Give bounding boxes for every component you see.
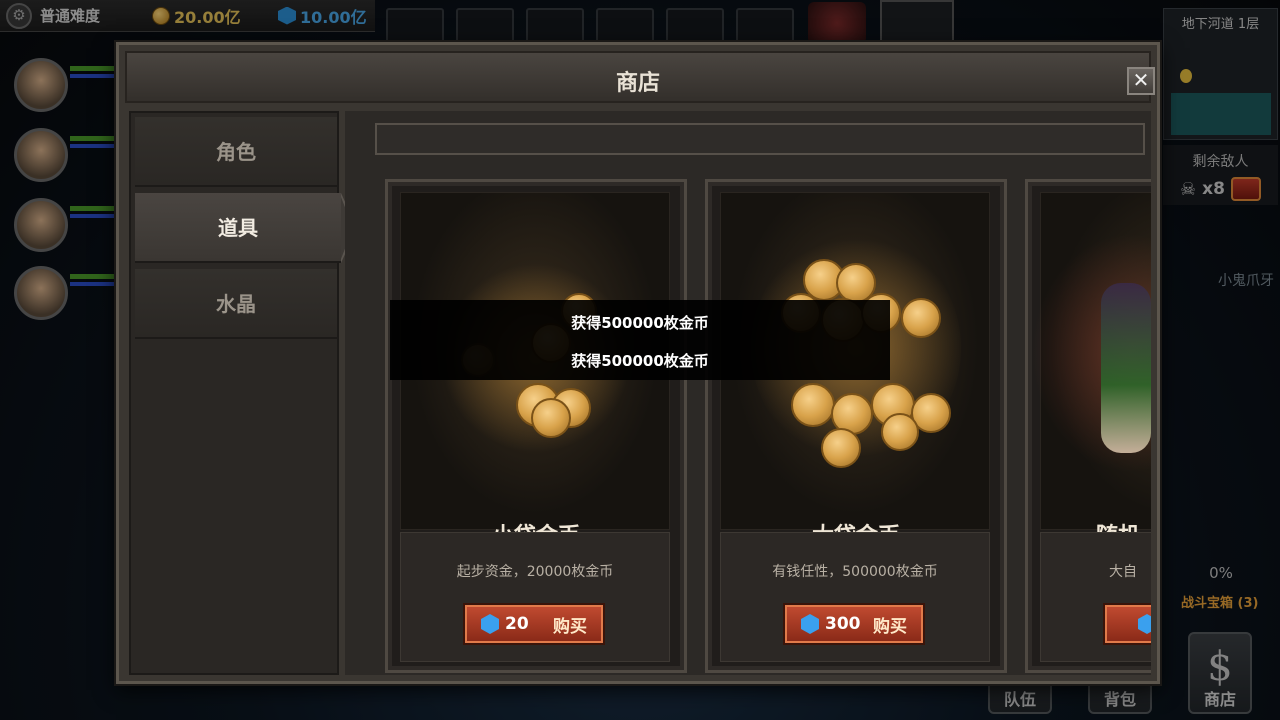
item-description: 起步资金，20000枚金币 [456,564,614,580]
buy-button[interactable]: 300 购买 [785,605,923,643]
item-desc-panel: 有钱任性，500000枚金币 300 购买 [720,532,990,662]
shop-tabs: 角色 道具 水晶 [129,111,357,675]
tab-crystals[interactable]: 水晶 [135,269,337,339]
item-price: 20 [505,614,529,634]
shop-item-card[interactable]: 小袋金币 起步资金，20000枚金币 20 购买 [385,179,687,673]
toast-message: 获得500000枚金币 [571,314,709,332]
tab-label: 角色 [216,140,256,164]
gem-icon [1138,614,1151,634]
shop-item-card[interactable]: 随机 大自 1 [1025,179,1151,673]
shop-header: 商店 ✕ [125,51,1155,103]
shop-item-card[interactable]: 大袋金币 有钱任性，500000枚金币 300 购买 [705,179,1007,673]
tab-label: 水晶 [216,292,256,316]
tab-characters[interactable]: 角色 [135,117,337,187]
purchase-toast: 获得500000枚金币 获得500000枚金币 [390,300,890,380]
close-icon[interactable]: ✕ [1127,67,1155,95]
item-price: 300 [825,614,861,634]
shop-title: 商店 [615,71,660,96]
shop-filter-bar[interactable] [375,123,1145,155]
gem-icon [481,614,499,634]
buy-button[interactable]: 1 [1105,605,1151,643]
buy-label: 购买 [873,616,907,637]
item-desc-panel: 起步资金，20000枚金币 20 购买 [400,532,670,662]
buy-label: 购买 [553,616,587,637]
gem-icon [801,614,819,634]
buy-button[interactable]: 20 购买 [465,605,603,643]
item-description: 大自 [1109,564,1137,580]
shop-content[interactable]: 小袋金币 起步资金，20000枚金币 20 购买 [345,111,1151,675]
tab-items[interactable]: 道具 [135,193,357,263]
toast-message: 获得500000枚金币 [571,352,709,370]
item-description: 有钱任性，500000枚金币 [772,564,938,580]
tab-label: 道具 [218,216,258,240]
random-character-icon [1031,192,1151,530]
item-desc-panel: 大自 1 [1040,532,1151,662]
